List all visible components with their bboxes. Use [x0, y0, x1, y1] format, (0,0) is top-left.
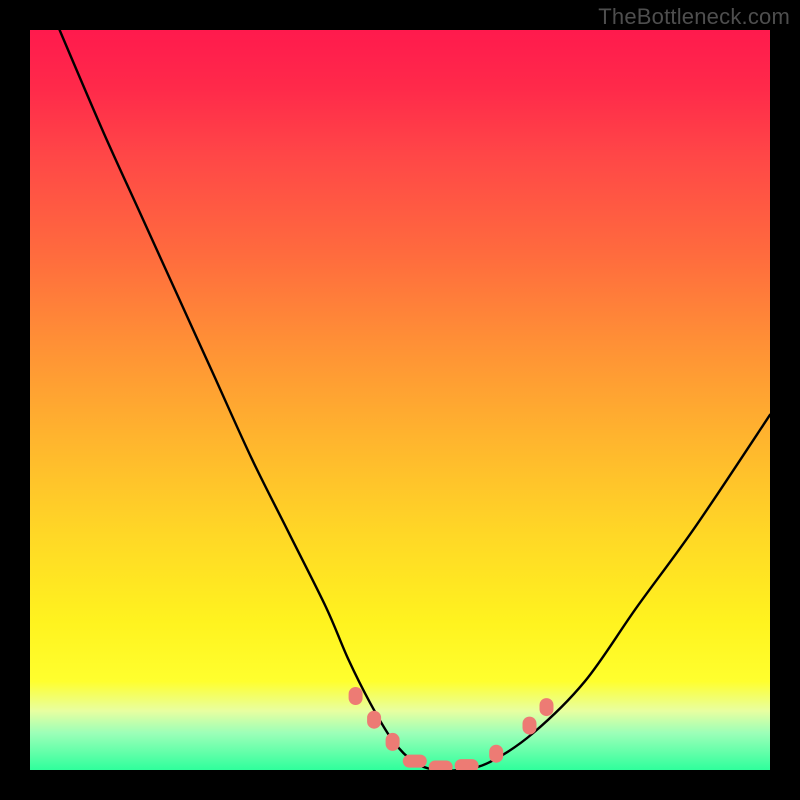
curve-marker [429, 761, 453, 771]
bottleneck-curve [60, 30, 770, 770]
watermark-text: TheBottleneck.com [598, 4, 790, 30]
curve-marker [489, 745, 503, 763]
curve-marker [403, 755, 427, 768]
curve-markers [349, 687, 554, 770]
curve-marker [523, 717, 537, 735]
plot-area [30, 30, 770, 770]
curve-marker [349, 687, 363, 705]
curve-marker [540, 698, 554, 716]
curve-layer [30, 30, 770, 770]
curve-marker [455, 759, 479, 770]
curve-marker [386, 733, 400, 751]
chart-frame: TheBottleneck.com [0, 0, 800, 800]
curve-marker [367, 711, 381, 729]
